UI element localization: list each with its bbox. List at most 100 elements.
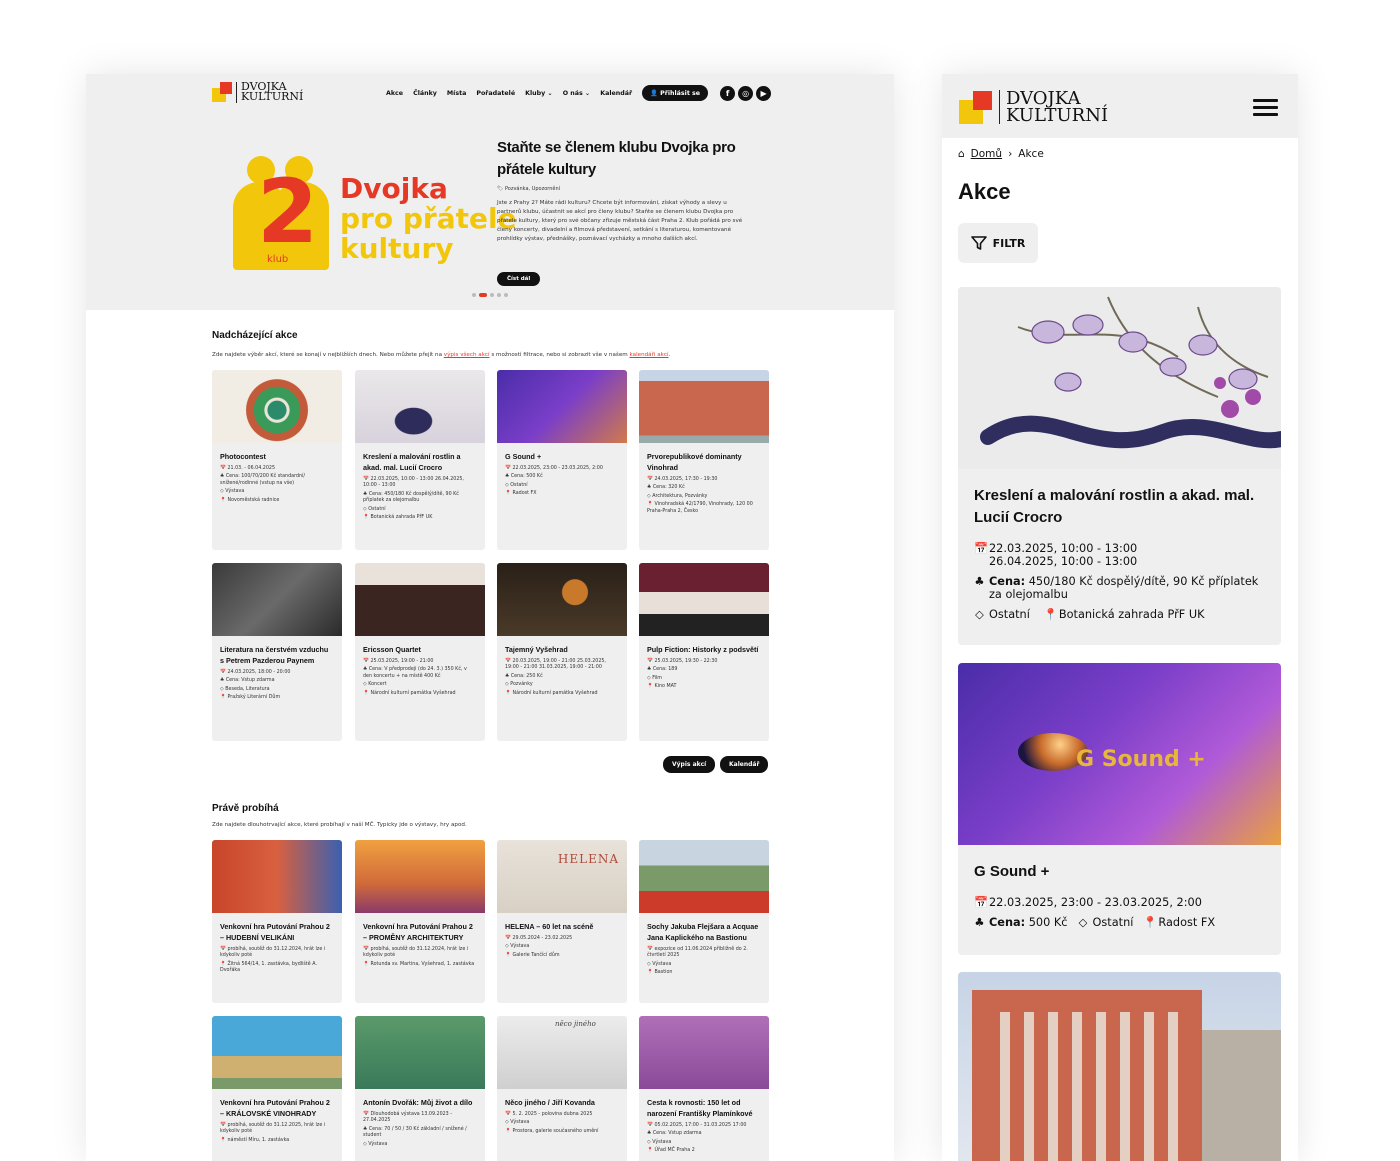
nav-item-kalendar[interactable]: Kalendář	[600, 90, 632, 97]
location-icon: 📍	[220, 695, 228, 701]
event-card[interactable]: něco jiného Něco jiného / Jiří Kovanda 📅 5…	[497, 1016, 627, 1161]
event-tags: ◇ Ostatní	[363, 507, 477, 513]
event-title[interactable]: Antonín Dvořák: Můj život a dílo	[355, 1089, 485, 1110]
event-title[interactable]: Prvorepublikové dominanty Vinohrad	[639, 443, 769, 475]
event-list-button[interactable]: Výpis akcí	[663, 756, 716, 773]
event-card[interactable]: G Sound + 📅 22.03.2025, 23:00 - 23.03.202…	[497, 370, 627, 550]
event-title[interactable]: Pulp Fiction: Historky z podsvětí	[639, 636, 769, 657]
nav-item-kluby[interactable]: Kluby ⌄	[525, 90, 553, 97]
event-title[interactable]: Cesta k rovnosti: 150 let od narození Fr…	[639, 1089, 769, 1121]
event-price: ♣ Cena: Vstup zdarma	[220, 678, 334, 684]
event-card[interactable]	[958, 972, 1281, 1161]
menu-icon[interactable]	[1253, 99, 1278, 116]
filter-button[interactable]: FILTR	[958, 223, 1038, 263]
event-title[interactable]: Literatura na čerstvém vzduchu s Petrem …	[212, 636, 342, 668]
event-title[interactable]: Tajemný Vyšehrad	[497, 636, 627, 657]
event-card[interactable]: Prvorepublikové dominanty Vinohrad 📅 24.0…	[639, 370, 769, 550]
event-price-text: Cena: 250 Kč	[510, 673, 543, 679]
event-title[interactable]: Sochy Jakuba Flejšara a Acquae Jana Kapl…	[639, 913, 769, 945]
event-date-text: 21.03. - 06.04.2025	[227, 466, 276, 471]
event-title[interactable]: Venkovní hra Putování Prahou 2 – PROMĚNY…	[355, 913, 485, 945]
location-icon: 📍	[220, 1137, 228, 1143]
calendar-icon: 📅	[220, 1123, 228, 1128]
breadcrumb-home[interactable]: Domů	[971, 148, 1002, 160]
nav-item-akce[interactable]: Akce	[386, 90, 403, 97]
event-date: 📅 22.03.2025, 10:00 - 13:00 26.04.2025, …	[363, 477, 477, 490]
event-title[interactable]: G Sound +	[497, 443, 627, 464]
event-date-text: probíhá, soutěž do 31.12.2024, hrát lze …	[363, 947, 469, 959]
event-tags-text: Výstava	[510, 1120, 530, 1126]
facebook-icon[interactable]: f	[720, 85, 736, 101]
carousel-dot[interactable]	[472, 293, 476, 297]
event-card[interactable]: Venkovní hra Putování Prahou 2 – PROMĚNY…	[355, 840, 485, 1003]
event-title[interactable]: Ericsson Quartet	[355, 636, 485, 657]
carousel-dot-active[interactable]	[479, 293, 487, 297]
event-card[interactable]: Cesta k rovnosti: 150 let od narození Fr…	[639, 1016, 769, 1161]
event-title[interactable]: Photocontest	[212, 443, 342, 464]
event-title[interactable]: G Sound +	[958, 845, 1281, 889]
youtube-icon[interactable]: ▶	[756, 85, 772, 101]
event-date1: 22.03.2025, 10:00 - 13:00	[989, 542, 1138, 555]
hero-meta-label: Pozvánka, Upozornění	[504, 186, 561, 192]
instagram-icon[interactable]: ◎	[738, 85, 754, 101]
event-title[interactable]: Kreslení a malování rostlin a akad. mal.…	[958, 469, 1281, 535]
event-card[interactable]: Ericsson Quartet 📅 25.03.2025, 19:00 - 21…	[355, 563, 485, 741]
carousel-dot[interactable]	[497, 293, 501, 297]
nav-item-mista[interactable]: Místa	[447, 90, 466, 97]
carousel-dot[interactable]	[490, 293, 494, 297]
event-title[interactable]: Kreslení a malování rostlin a akad. mal.…	[355, 443, 485, 475]
event-place: 📍 Prostora, galerie současného umění	[505, 1129, 619, 1135]
event-title[interactable]: Venkovní hra Putování Prahou 2 – HUDEBNÍ…	[212, 913, 342, 945]
carousel-dot[interactable]	[504, 293, 508, 297]
event-tags: ◇ Výstava	[505, 944, 619, 950]
event-card[interactable]: Pulp Fiction: Historky z podsvětí 📅 25.03…	[639, 563, 769, 741]
location-icon: 📍	[505, 1128, 513, 1134]
event-card[interactable]: Antonín Dvořák: Můj život a dílo 📅 Dlouho…	[355, 1016, 485, 1161]
event-tags-text: Beseda, Literatura	[225, 686, 270, 692]
nav-item-clanky[interactable]: Články	[413, 90, 437, 97]
event-tags: ◇ Ostatní	[505, 483, 619, 489]
event-title[interactable]: Venkovní hra Putování Prahou 2 – KRÁLOVS…	[212, 1089, 342, 1121]
read-more-button[interactable]: Číst dál	[497, 272, 541, 286]
login-button[interactable]: 👤 Přihlásit se	[642, 85, 709, 101]
hero-text: Jste z Prahy 2? Máte rádi kulturu? Chcet…	[497, 200, 743, 242]
event-card[interactable]: Literatura na čerstvém vzduchu s Petrem …	[212, 563, 342, 741]
calendar-icon: 📅	[974, 896, 989, 909]
event-card[interactable]: Venkovní hra Putování Prahou 2 – HUDEBNÍ…	[212, 840, 342, 1003]
event-date: 📅 21.03. - 06.04.2025	[220, 466, 334, 472]
event-tags-text: Koncert	[368, 682, 387, 688]
event-card[interactable]: Kreslení a malování rostlin a akad. mal.…	[958, 287, 1281, 645]
nav-item-o-nas[interactable]: O nás ⌄	[563, 90, 591, 97]
event-image-gsound: G Sound +	[958, 663, 1281, 845]
event-title[interactable]: Něco jiného / Jiří Kovanda	[497, 1089, 627, 1110]
event-date: 📅 29.05.2024 - 23.02.2025	[505, 936, 619, 942]
event-date-text: 05.02.2025, 17:00 - 31.03.2025 17:00	[654, 1123, 747, 1128]
event-meta: 📅 expozice od 11.06.2024 přibližně do 2.…	[639, 947, 769, 977]
event-card[interactable]: G Sound + G Sound + 📅 22.03.2025, 23:00 -…	[958, 663, 1281, 955]
event-title[interactable]: HELENA – 60 let na scéně	[497, 913, 627, 934]
event-card[interactable]: Venkovní hra Putování Prahou 2 – KRÁLOVS…	[212, 1016, 342, 1161]
event-card[interactable]: Tajemný Vyšehrad 📅 20.03.2025, 19:00 - 21…	[497, 563, 627, 741]
event-card[interactable]: Kreslení a malování rostlin a akad. mal.…	[355, 370, 485, 550]
ticket-icon: ♣	[974, 916, 985, 929]
event-date-text: expozice od 11.06.2024 přibližně do 2. č…	[647, 947, 748, 959]
calendar-link[interactable]: kalendáři akcí	[630, 352, 669, 358]
calendar-button[interactable]: Kalendář	[720, 756, 769, 773]
calendar-icon: 📅	[220, 670, 228, 675]
event-card[interactable]: Sochy Jakuba Flejšara a Acquae Jana Kapl…	[639, 840, 769, 1003]
event-image	[212, 840, 342, 913]
event-place-text: Botanická zahrada PřF UK	[370, 515, 433, 521]
desktop-screenshot: DVOJKA KULTURNÍ Akce Články Místa Pořada…	[86, 74, 894, 1161]
home-icon: ⌂	[958, 148, 965, 160]
event-image	[212, 563, 342, 636]
event-place: 📍 Vinohradská 42/1790, Vinohrady, 120 00…	[647, 502, 761, 515]
upcoming-desc-text: s možností filtrace, nebo si zobrazit vš…	[489, 352, 630, 358]
all-events-link[interactable]: výpis všech akcí	[444, 352, 490, 358]
nav-item-poradatele[interactable]: Pořadatelé	[476, 90, 515, 97]
event-card[interactable]: HELENA HELENA – 60 let na scéně 📅 29.05.20…	[497, 840, 627, 1003]
site-logo[interactable]: DVOJKA KULTURNÍ	[959, 89, 1108, 125]
tag-icon: ◇	[975, 608, 984, 621]
site-logo[interactable]: DVOJKA KULTURNÍ	[212, 81, 303, 103]
event-card[interactable]: Photocontest 📅 21.03. - 06.04.2025 ♣ Cena:…	[212, 370, 342, 550]
event-date: 📅 probíhá, soutěž do 31.12.2024, hrát lz…	[363, 947, 477, 960]
